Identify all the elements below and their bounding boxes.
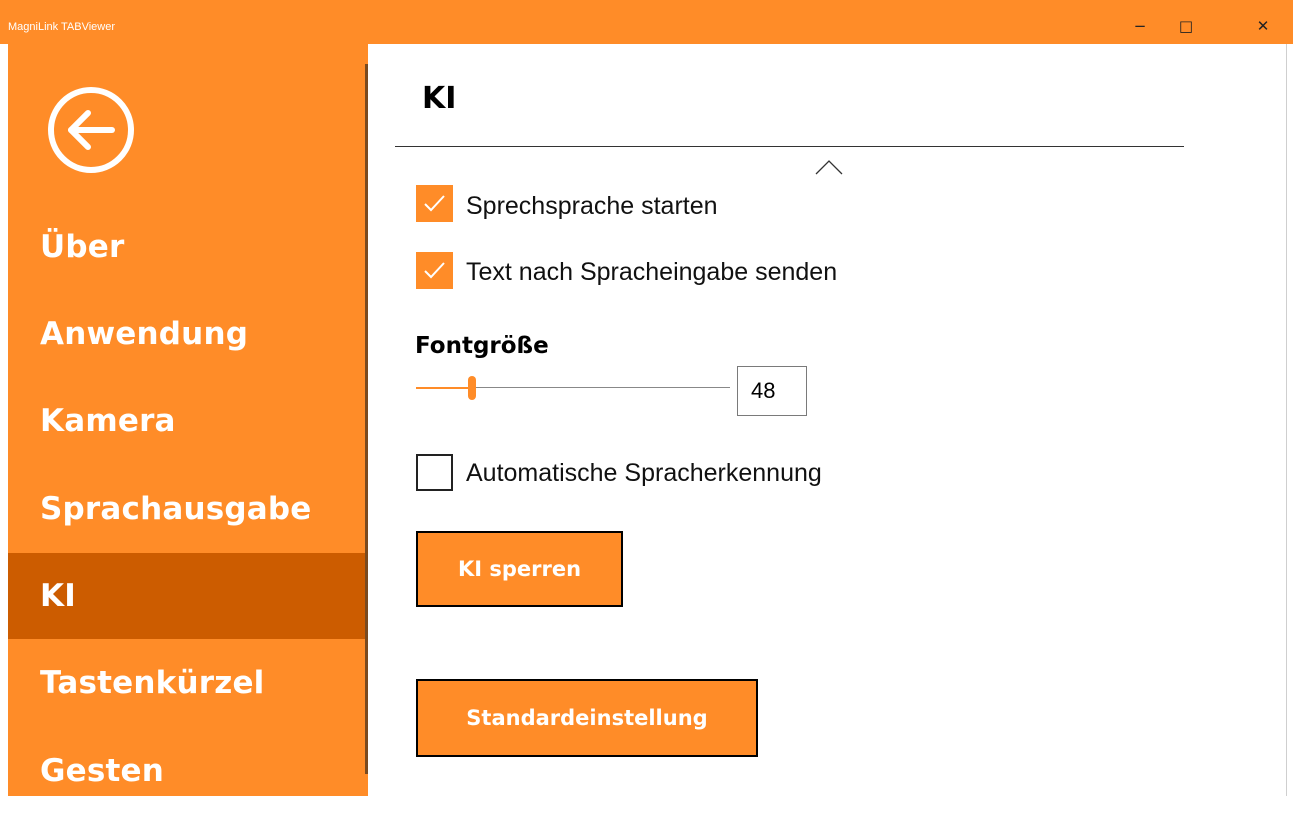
sidebar-item-label: Anwendung [40, 316, 249, 352]
send-text-label: Text nach Spracheingabe senden [466, 258, 838, 286]
sidebar-item-ki[interactable]: KI [8, 553, 368, 639]
lock-ki-button[interactable]: KI sperren [416, 531, 623, 607]
close-icon: ✕ [1256, 17, 1270, 35]
sidebar-item-anwendung[interactable]: Anwendung [8, 291, 368, 377]
scroll-up-button[interactable] [815, 158, 843, 180]
send-text-checkbox[interactable] [416, 252, 453, 289]
title-bar: MagniLink TABViewer − □ ✕ [0, 0, 1293, 44]
page-title: KI [422, 81, 457, 116]
maximize-button[interactable]: □ [1163, 8, 1209, 44]
sidebar-item-label: KI [40, 578, 76, 614]
chevron-up-icon [815, 160, 843, 175]
sidebar-item-gesten[interactable]: Gesten [8, 728, 368, 814]
sidebar-item-label: Gesten [40, 753, 165, 789]
minimize-icon: − [1133, 17, 1147, 35]
auto-recognition-checkbox[interactable] [416, 454, 453, 491]
sidebar-item-ueber[interactable]: Über [8, 204, 368, 290]
sidebar-item-label: Sprachausgabe [40, 491, 312, 527]
sidebar-item-sprachausgabe[interactable]: Sprachausgabe [8, 466, 368, 552]
checkmark-icon [424, 195, 445, 212]
sidebar-item-label: Kamera [40, 403, 176, 439]
minimize-button[interactable]: − [1117, 8, 1163, 44]
sidebar-item-tastenkuerzel[interactable]: Tastenkürzel [8, 640, 368, 726]
slider-track-filled [416, 387, 472, 389]
font-size-slider-thumb[interactable] [468, 376, 476, 400]
panel-border [1286, 44, 1287, 796]
sidebar-item-label: Tastenkürzel [40, 665, 265, 701]
divider [395, 146, 1184, 147]
auto-recognition-label: Automatische Spracherkennung [466, 459, 822, 487]
font-size-heading: Fontgröße [415, 333, 549, 359]
maximize-icon: □ [1178, 17, 1194, 35]
slider-track[interactable] [472, 387, 730, 388]
speech-start-label: Sprechsprache starten [466, 192, 718, 220]
checkmark-icon [424, 262, 445, 279]
default-settings-button[interactable]: Standardeinstellung [416, 679, 758, 757]
sidebar-item-label: Über [40, 229, 125, 265]
sidebar-item-kamera[interactable]: Kamera [8, 378, 368, 464]
font-size-input[interactable]: 48 [737, 366, 807, 416]
speech-start-checkbox[interactable] [416, 185, 453, 222]
close-button[interactable]: ✕ [1240, 8, 1286, 44]
app-title: MagniLink TABViewer [8, 21, 115, 33]
arrow-left-circle-icon [48, 87, 134, 173]
back-button[interactable] [45, 84, 137, 176]
